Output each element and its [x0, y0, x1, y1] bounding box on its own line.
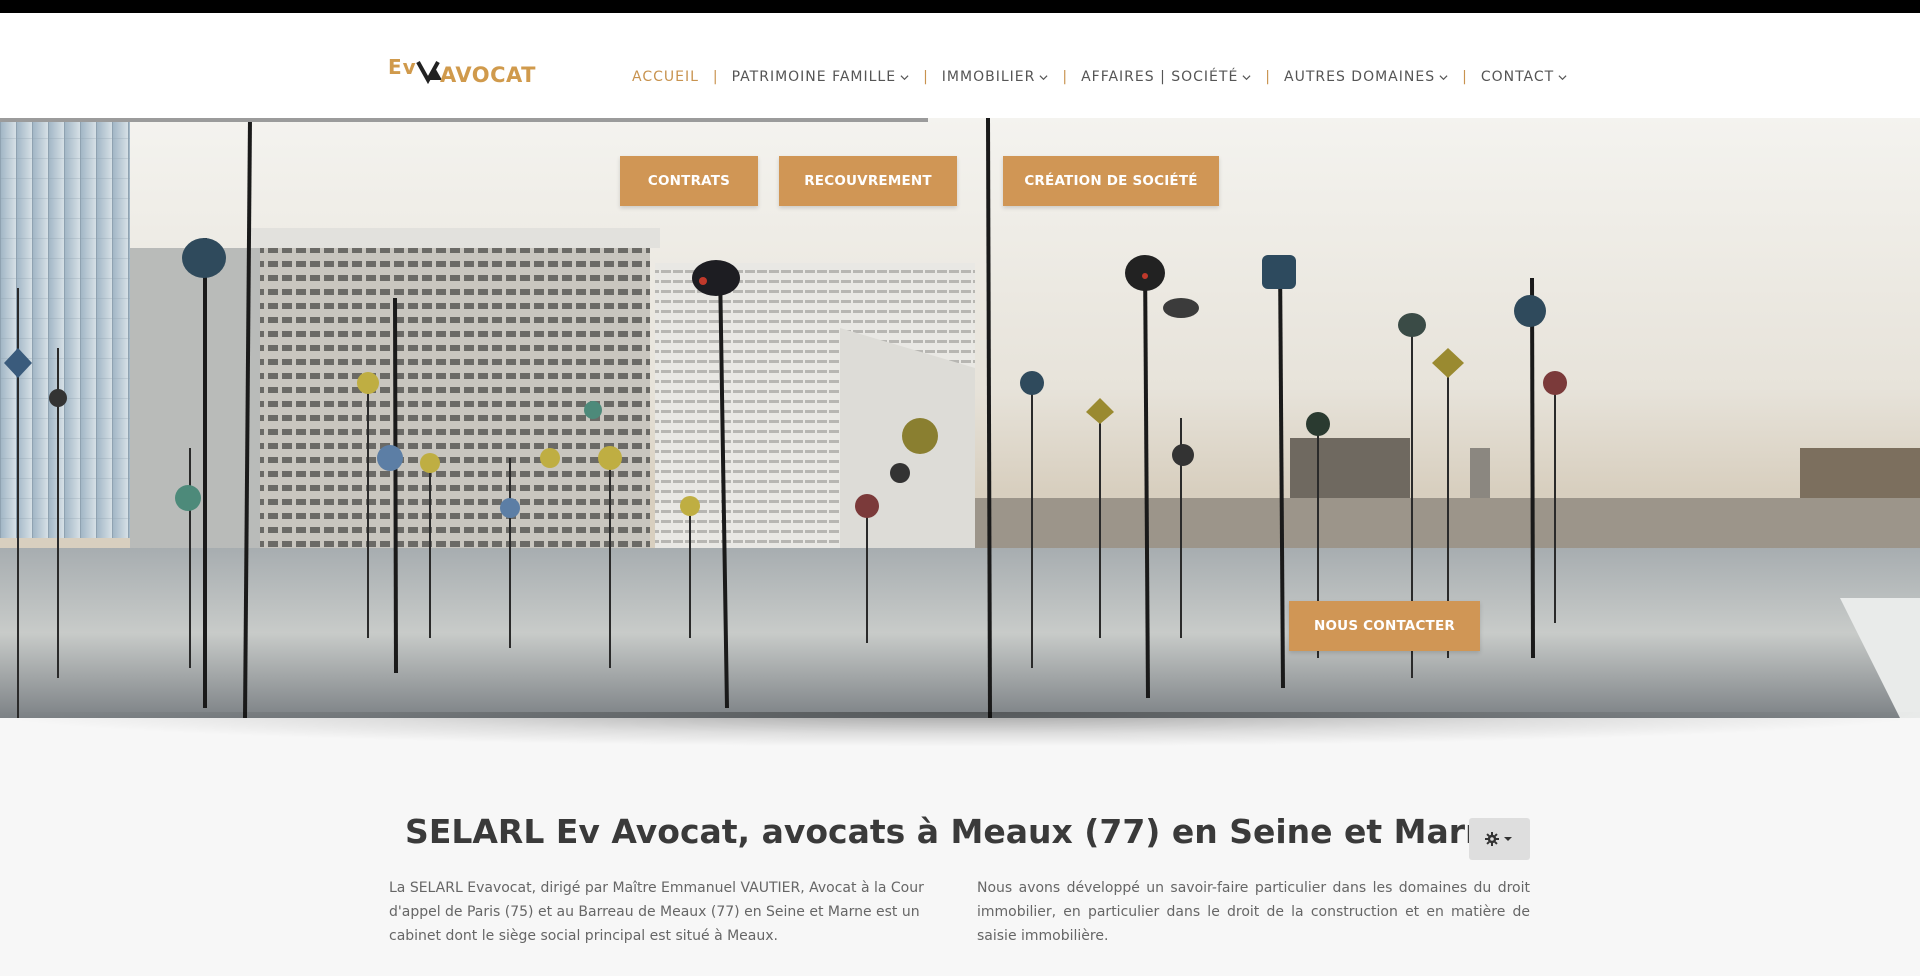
nav-item-label: CONTACT — [1480, 69, 1555, 85]
site-header: Ev AVOCAT ACCUEIL | PATRIMOINE FAMILLE |… — [0, 13, 1920, 118]
chevron-down-icon — [1439, 75, 1448, 81]
nav-separator: | — [923, 69, 928, 85]
nav-separator: | — [712, 69, 718, 85]
logo-text-ev: Ev — [388, 55, 417, 79]
slider-progress-bar — [0, 118, 928, 122]
nav-item-label: ACCUEIL — [632, 69, 699, 85]
site-logo[interactable]: Ev AVOCAT — [388, 51, 548, 91]
recouvrement-button[interactable]: RECOUVREMENT — [779, 156, 957, 206]
nav-item-immobilier[interactable]: IMMOBILIER — [942, 69, 1049, 85]
hero-banner: CONTRATS RECOUVREMENT CRÉATION DE SOCIÉT… — [0, 118, 1920, 718]
nav-item-patrimoine-famille[interactable]: PATRIMOINE FAMILLE — [732, 69, 909, 85]
chevron-down-icon — [1039, 75, 1048, 81]
nav-item-accueil[interactable]: ACCUEIL — [632, 69, 699, 85]
chevron-down-icon — [900, 75, 909, 81]
page-title: SELARL Ev Avocat, avocats à Meaux (77) e… — [405, 812, 1511, 851]
nav-separator: | — [1265, 69, 1271, 85]
nav-item-label: AFFAIRES | SOCIÉTÉ — [1081, 69, 1239, 85]
settings-dropdown-button[interactable] — [1469, 818, 1530, 860]
caret-down-icon — [1503, 837, 1512, 841]
chevron-down-icon — [1242, 75, 1251, 81]
logo-text-vocat: AVOCAT — [440, 63, 536, 87]
nous-contacter-button[interactable]: NOUS CONTACTER — [1289, 601, 1480, 651]
intro-paragraph-right: Nous avons développé un savoir-faire par… — [977, 880, 1530, 944]
nav-item-affaires-societe[interactable]: AFFAIRES | SOCIÉTÉ — [1081, 69, 1251, 85]
hero-background-image — [0, 118, 1920, 718]
nav-separator: | — [1462, 69, 1467, 85]
intro-paragraph-left: La SELARL Evavocat, dirigé par Maître Em… — [389, 880, 924, 944]
nav-item-label: AUTRES DOMAINES — [1284, 69, 1436, 85]
chevron-down-icon — [1558, 75, 1567, 81]
gear-icon — [1484, 832, 1499, 846]
main-nav: ACCUEIL | PATRIMOINE FAMILLE | IMMOBILIE… — [632, 55, 1567, 99]
contrats-button[interactable]: CONTRATS — [620, 156, 758, 206]
nav-item-label: IMMOBILIER — [941, 69, 1036, 85]
nav-item-autres-domaines[interactable]: AUTRES DOMAINES — [1284, 69, 1448, 85]
top-black-bar — [0, 0, 1920, 13]
nav-item-label: PATRIMOINE FAMILLE — [731, 69, 897, 85]
hero-shadow — [0, 712, 1920, 746]
nav-item-contact[interactable]: CONTACT — [1481, 69, 1567, 85]
creation-societe-button[interactable]: CRÉATION DE SOCIÉTÉ — [1003, 156, 1219, 206]
nav-separator: | — [1062, 69, 1068, 85]
